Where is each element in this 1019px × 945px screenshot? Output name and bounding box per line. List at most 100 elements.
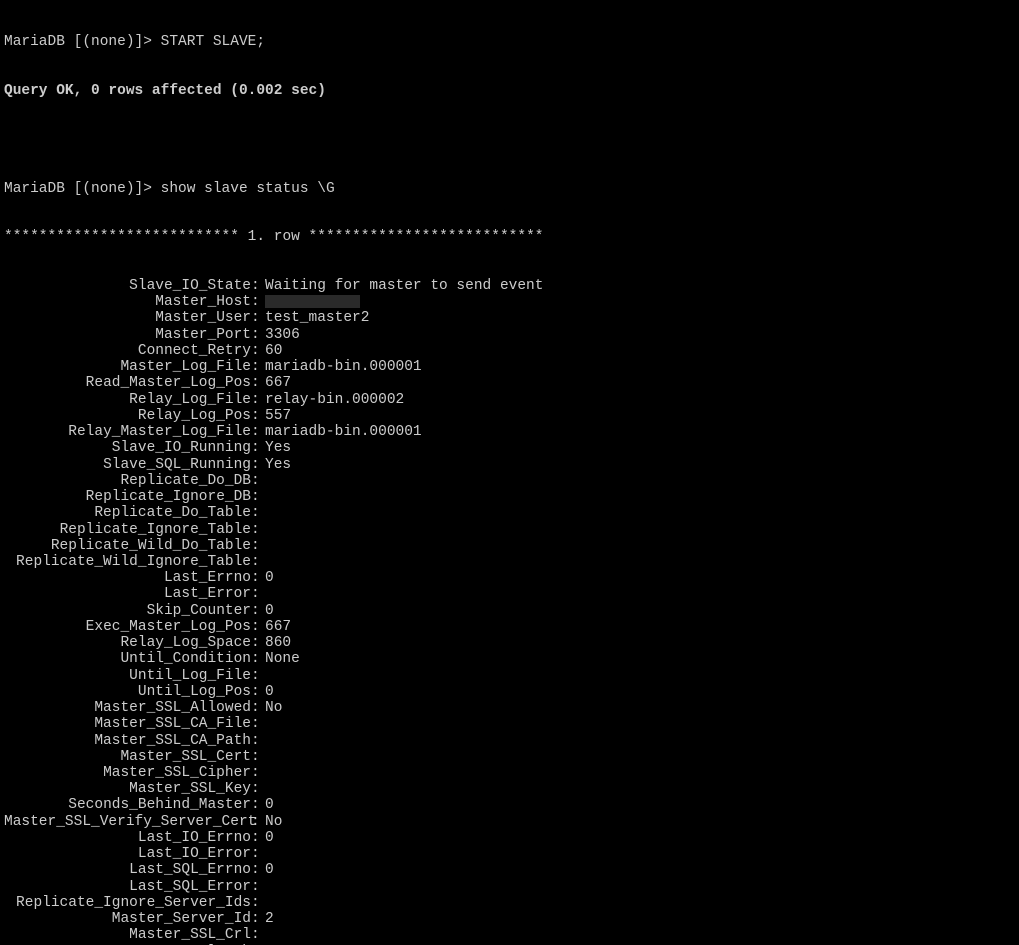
status-value: Yes [265, 440, 291, 456]
status-row: Master_SSL_CA_Path: [4, 733, 1015, 749]
status-label: Replicate_Ignore_Server_Ids [4, 895, 251, 911]
status-value [265, 294, 360, 310]
status-label: Master_Server_Id [4, 911, 251, 927]
status-row: Master_SSL_Allowed: No [4, 700, 1015, 716]
colon-separator: : [251, 343, 265, 359]
colon-separator: : [251, 700, 265, 716]
status-row: Master_SSL_Verify_Server_Cert: No [4, 814, 1015, 830]
status-label: Master_Log_File [4, 359, 251, 375]
prompt-line-2: MariaDB [(none)]> show slave status \G [4, 181, 1015, 197]
status-row: Connect_Retry: 60 [4, 343, 1015, 359]
status-row: Master_Port: 3306 [4, 327, 1015, 343]
command-2: show slave status \G [161, 181, 335, 197]
colon-separator: : [251, 765, 265, 781]
blank-line [4, 132, 1015, 148]
status-row: Master_SSL_Cipher: [4, 765, 1015, 781]
status-value: 0 [265, 830, 274, 846]
status-label: Master_Host [4, 294, 251, 310]
colon-separator: : [251, 603, 265, 619]
status-row: Relay_Log_Pos: 557 [4, 408, 1015, 424]
status-row: Replicate_Ignore_Server_Ids: [4, 895, 1015, 911]
colon-separator: : [251, 359, 265, 375]
status-row: Master_Server_Id: 2 [4, 911, 1015, 927]
colon-separator: : [251, 895, 265, 911]
status-value: 0 [265, 797, 274, 813]
status-label: Master_SSL_CA_Path [4, 733, 251, 749]
colon-separator: : [251, 846, 265, 862]
status-label: Until_Log_Pos [4, 684, 251, 700]
status-label: Connect_Retry [4, 343, 251, 359]
status-label: Master_SSL_Key [4, 781, 251, 797]
colon-separator: : [251, 927, 265, 943]
status-label: Master_SSL_Cert [4, 749, 251, 765]
status-row: Last_IO_Error: [4, 846, 1015, 862]
colon-separator: : [251, 522, 265, 538]
colon-separator: : [251, 505, 265, 521]
status-row: Replicate_Wild_Do_Table: [4, 538, 1015, 554]
status-row: Slave_SQL_Running: Yes [4, 457, 1015, 473]
terminal[interactable]: MariaDB [(none)]> START SLAVE; Query OK,… [0, 0, 1019, 945]
status-label: Master_SSL_CA_File [4, 716, 251, 732]
status-row: Master_SSL_CA_File: [4, 716, 1015, 732]
status-row: Last_Error: [4, 586, 1015, 602]
colon-separator: : [251, 554, 265, 570]
status-label: Slave_SQL_Running [4, 457, 251, 473]
colon-separator: : [251, 408, 265, 424]
status-row: Last_SQL_Errno: 0 [4, 862, 1015, 878]
status-value: 860 [265, 635, 291, 651]
status-row: Seconds_Behind_Master: 0 [4, 797, 1015, 813]
status-value: None [265, 651, 300, 667]
status-row: Master_SSL_Crl: [4, 927, 1015, 943]
colon-separator: : [251, 814, 265, 830]
status-label: Relay_Log_Pos [4, 408, 251, 424]
colon-separator: : [251, 294, 265, 310]
status-value: relay-bin.000002 [265, 392, 404, 408]
status-label: Last_Errno [4, 570, 251, 586]
colon-separator: : [251, 440, 265, 456]
status-row: Until_Log_File: [4, 668, 1015, 684]
status-label: Until_Condition [4, 651, 251, 667]
colon-separator: : [251, 310, 265, 326]
status-value: 0 [265, 684, 274, 700]
status-row: Last_IO_Errno: 0 [4, 830, 1015, 846]
status-label: Until_Log_File [4, 668, 251, 684]
status-label: Replicate_Wild_Do_Table [4, 538, 251, 554]
status-row: Replicate_Ignore_Table: [4, 522, 1015, 538]
status-label: Skip_Counter [4, 603, 251, 619]
colon-separator: : [251, 570, 265, 586]
colon-separator: : [251, 733, 265, 749]
status-label: Exec_Master_Log_Pos [4, 619, 251, 635]
command-1: START SLAVE; [161, 34, 265, 50]
colon-separator: : [251, 862, 265, 878]
response-1: Query OK, 0 rows affected (0.002 sec) [4, 83, 1015, 99]
colon-separator: : [251, 375, 265, 391]
status-value: 557 [265, 408, 291, 424]
status-value: Yes [265, 457, 291, 473]
status-value: 0 [265, 570, 274, 586]
status-label: Relay_Log_File [4, 392, 251, 408]
status-row: Relay_Log_Space: 860 [4, 635, 1015, 651]
colon-separator: : [251, 278, 265, 294]
colon-separator: : [251, 327, 265, 343]
colon-separator: : [251, 392, 265, 408]
prompt-line-1: MariaDB [(none)]> START SLAVE; [4, 34, 1015, 50]
row-separator: *************************** 1. row *****… [4, 229, 1015, 245]
status-value: 0 [265, 862, 274, 878]
status-label: Master_SSL_Cipher [4, 765, 251, 781]
status-label: Relay_Master_Log_File [4, 424, 251, 440]
status-value: 2 [265, 911, 274, 927]
status-value: No [265, 814, 282, 830]
status-row: Replicate_Wild_Ignore_Table: [4, 554, 1015, 570]
status-label: Slave_IO_Running [4, 440, 251, 456]
status-row: Read_Master_Log_Pos: 667 [4, 375, 1015, 391]
status-label: Master_User [4, 310, 251, 326]
colon-separator: : [251, 879, 265, 895]
prompt-2: MariaDB [(none)]> [4, 181, 161, 197]
status-value: 667 [265, 375, 291, 391]
status-value: 667 [265, 619, 291, 635]
status-row: Master_SSL_Cert: [4, 749, 1015, 765]
status-row: Replicate_Do_DB: [4, 473, 1015, 489]
colon-separator: : [251, 457, 265, 473]
status-label: Master_SSL_Verify_Server_Cert [4, 814, 251, 830]
status-row: Skip_Counter: 0 [4, 603, 1015, 619]
